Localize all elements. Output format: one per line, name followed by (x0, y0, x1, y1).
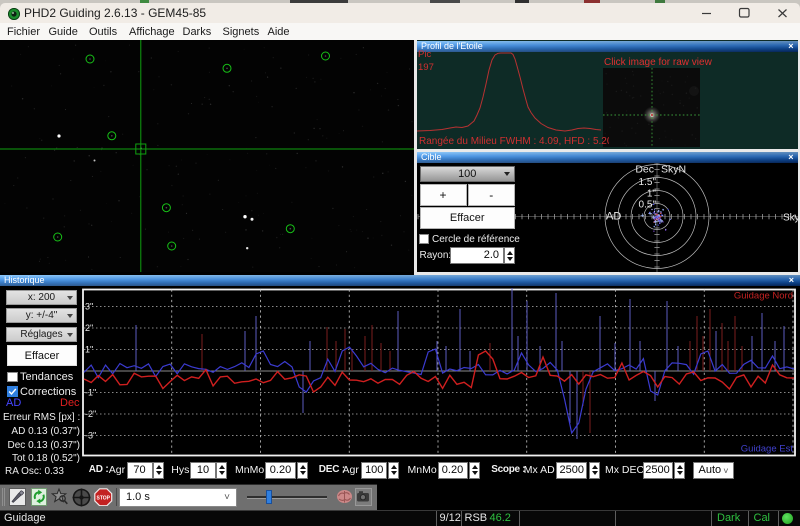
svg-text:Guidage Est: Guidage Est (741, 444, 794, 455)
svg-text:1": 1" (647, 189, 657, 200)
svg-text:-2": -2" (85, 409, 96, 419)
svg-text:AD: AD (606, 211, 621, 223)
svg-text:SkyN: SkyN (661, 164, 686, 176)
svg-text:Dec: Dec (635, 164, 654, 176)
svg-text:1.5": 1.5" (639, 177, 657, 188)
svg-text:-1": -1" (85, 388, 96, 398)
svg-text:3": 3" (85, 302, 93, 312)
svg-text:-3": -3" (85, 431, 96, 441)
svg-text:Guidage Nord: Guidage Nord (734, 291, 793, 302)
svg-text:2": 2" (85, 323, 93, 333)
svg-text:0.5": 0.5" (639, 200, 657, 211)
svg-text:SkyE: SkyE (783, 213, 798, 224)
svg-text:STOP: STOP (96, 495, 110, 501)
svg-text:1": 1" (85, 345, 93, 355)
